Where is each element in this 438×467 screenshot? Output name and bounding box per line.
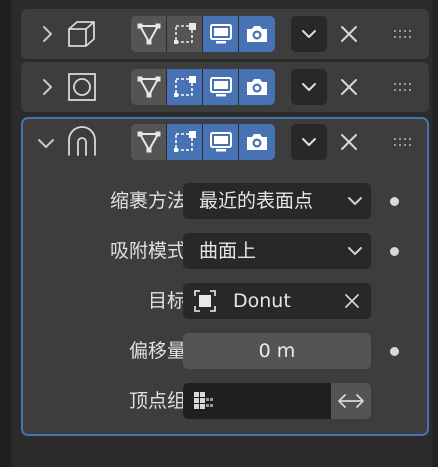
circle-modifier-icon — [68, 73, 96, 101]
modifier-toggles — [131, 69, 275, 105]
close-icon[interactable] — [338, 76, 360, 98]
camera-icon — [247, 79, 267, 95]
modifier-toggles — [131, 124, 275, 160]
cage-icon — [173, 76, 196, 97]
wrap-method-dropdown[interactable]: 最近的表面点 — [183, 183, 371, 219]
vertex-group-icon — [194, 392, 213, 409]
invert-arrows-icon — [338, 394, 364, 408]
chevron-down-icon — [302, 30, 316, 38]
mesh-object-icon — [194, 290, 216, 312]
edit-mode-icon — [137, 131, 160, 153]
cage-icon — [173, 23, 196, 44]
left-edge — [0, 0, 11, 467]
camera-icon — [247, 134, 267, 150]
modifier-header-2[interactable] — [21, 62, 429, 112]
chevron-down-icon — [302, 138, 316, 146]
close-icon[interactable] — [338, 131, 360, 153]
drag-handle-icon[interactable] — [393, 80, 415, 94]
chevron-right-icon[interactable] — [37, 77, 57, 97]
modifier-menu-button[interactable] — [291, 124, 327, 160]
viewport-toggle[interactable] — [203, 124, 239, 160]
target-field[interactable]: Donut — [183, 283, 371, 319]
snap-mode-value: 曲面上 — [199, 240, 257, 262]
keyframe-dot[interactable] — [390, 347, 399, 356]
cage-toggle[interactable] — [167, 16, 203, 52]
vertex-group-field — [183, 383, 371, 419]
invert-vertex-group-button[interactable] — [331, 383, 371, 419]
drag-handle-icon[interactable] — [393, 135, 415, 149]
snap-mode-dropdown[interactable]: 曲面上 — [183, 233, 371, 269]
target-label: 目标 — [147, 290, 186, 312]
snap-mode-label: 吸附模式 — [109, 240, 186, 262]
cube-modifier-icon — [68, 21, 95, 47]
edit-mode-icon — [137, 76, 160, 98]
keyframe-dot[interactable] — [390, 197, 399, 206]
offset-number-field[interactable]: 0 m — [183, 333, 371, 369]
edit-mode-toggle[interactable] — [131, 69, 167, 105]
edit-mode-icon — [137, 23, 160, 45]
monitor-icon — [209, 24, 232, 44]
wrap-method-label: 缩裹方法 — [109, 190, 186, 212]
camera-icon — [247, 26, 267, 42]
vertex-group-input[interactable] — [183, 383, 331, 419]
cage-toggle[interactable] — [167, 69, 203, 105]
shrinkwrap-modifier-icon — [68, 126, 96, 156]
vertex-group-label: 顶点组 — [128, 390, 186, 412]
drag-handle-icon[interactable] — [393, 27, 415, 41]
modifier-menu-button[interactable] — [291, 69, 327, 105]
modifier-header-1[interactable] — [21, 9, 429, 59]
monitor-icon — [209, 132, 232, 152]
viewport-toggle[interactable] — [203, 69, 239, 105]
modifier-menu-button[interactable] — [291, 16, 327, 52]
viewport-toggle[interactable] — [203, 16, 239, 52]
chevron-down-icon — [302, 83, 316, 91]
cage-toggle[interactable] — [167, 124, 203, 160]
right-scrollbar[interactable] — [432, 0, 438, 467]
offset-label: 偏移量 — [128, 340, 186, 362]
shrinkwrap-modifier-panel: 缩裹方法 最近的表面点 吸附模式 曲面上 目标 Donut 偏移量 0 m 顶点… — [21, 117, 429, 436]
chevron-right-icon[interactable] — [37, 24, 57, 44]
chevron-down-icon — [348, 197, 362, 205]
render-toggle[interactable] — [239, 124, 275, 160]
clear-icon[interactable] — [343, 292, 361, 310]
render-toggle[interactable] — [239, 69, 275, 105]
keyframe-dot[interactable] — [390, 247, 399, 256]
chevron-down-icon — [348, 247, 362, 255]
monitor-icon — [209, 77, 232, 97]
render-toggle[interactable] — [239, 16, 275, 52]
cage-icon — [173, 131, 196, 152]
edit-mode-toggle[interactable] — [131, 124, 167, 160]
close-icon[interactable] — [338, 23, 360, 45]
wrap-method-value: 最近的表面点 — [199, 190, 314, 212]
target-value: Donut — [233, 290, 291, 312]
modifier-toggles — [131, 16, 275, 52]
edit-mode-toggle[interactable] — [131, 16, 167, 52]
chevron-down-icon[interactable] — [36, 133, 56, 153]
